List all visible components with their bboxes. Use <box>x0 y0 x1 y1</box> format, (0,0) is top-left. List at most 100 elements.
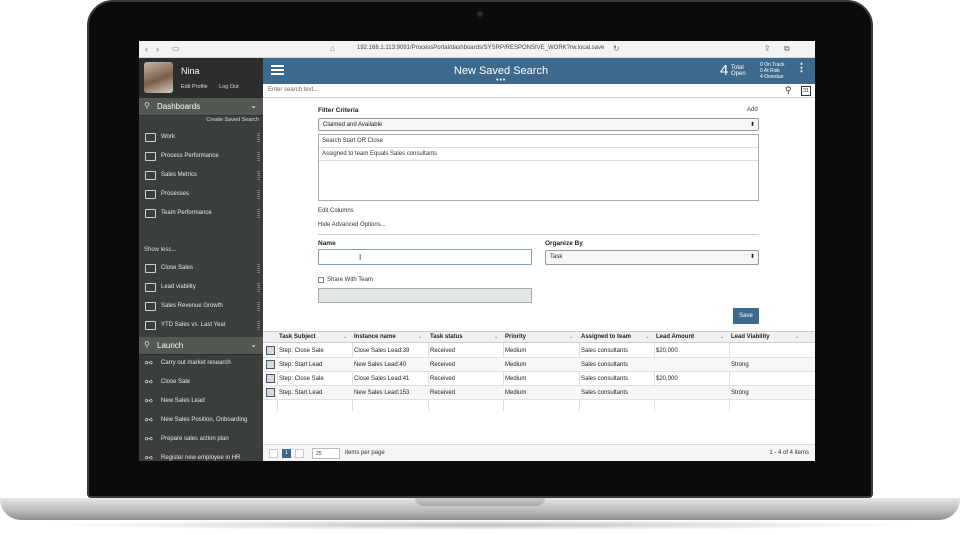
column-header[interactable]: Task status <box>430 334 463 340</box>
sidebar-item-label: Work <box>161 134 175 140</box>
add-criteria-link[interactable]: Add <box>747 107 758 113</box>
column-header[interactable]: Lead Viability <box>731 334 770 340</box>
dashboards-header-label: Dashboards <box>157 102 201 111</box>
sidebar-item[interactable]: Sales Metrics <box>139 167 263 186</box>
sidebar: Nina Edit Profile Log Out ⚲ Dashboards ⌄… <box>139 58 263 461</box>
open-label-open: Open <box>731 71 746 77</box>
laptop-shadow <box>40 520 920 530</box>
next-page-button[interactable] <box>295 449 304 458</box>
launch-item[interactable]: ⚯ New Sales Position, Onboarding <box>139 412 263 431</box>
claimed-filter-select[interactable]: Claimed and Available ⬍ <box>318 118 759 131</box>
home-icon[interactable]: ⌂ <box>330 44 335 54</box>
prev-page-button[interactable] <box>269 449 278 458</box>
sidebar-item[interactable]: Lead viability <box>139 279 263 298</box>
chevron-down-icon[interactable]: ⌄ <box>645 334 649 340</box>
task-row-icon[interactable] <box>266 346 275 355</box>
profile-name: Nina <box>181 66 200 76</box>
tabs-icon[interactable]: ⧉ <box>784 44 790 54</box>
drag-handle-icon[interactable] <box>257 302 260 311</box>
chevron-down-icon[interactable]: ⌄ <box>795 334 799 340</box>
chevron-down-icon[interactable]: ⌄ <box>720 334 724 340</box>
page-size-select[interactable]: 25 <box>312 448 340 459</box>
column-header[interactable]: Task Subject <box>279 334 316 340</box>
task-row-icon[interactable] <box>266 388 275 397</box>
organize-by-select[interactable]: Task ⬍ <box>545 250 759 265</box>
column-header[interactable]: Priority <box>505 334 526 340</box>
share-icon[interactable]: ⇪ <box>764 44 771 54</box>
open-count: 4 <box>720 62 729 79</box>
sidebar-item[interactable]: Work <box>139 129 263 148</box>
criteria-item[interactable]: Search Start OR Close <box>319 135 758 148</box>
table-row[interactable]: Step: Start Lead New Sales Lead:153 Receiv… <box>263 386 815 400</box>
search-input[interactable]: Enter search text... <box>268 87 318 93</box>
sidebar-item[interactable]: Process Performance <box>139 148 263 167</box>
column-header[interactable]: Assigned to team <box>581 334 631 340</box>
launch-item[interactable]: ⚯ Carry out market research <box>139 355 263 374</box>
criteria-item[interactable]: Assigned to team Equals Sales consultant… <box>319 148 758 161</box>
drag-handle-icon[interactable] <box>257 133 260 142</box>
column-header[interactable]: Instance name <box>354 334 396 340</box>
per-page-label: items per page <box>345 450 385 456</box>
share-with-team-checkbox[interactable] <box>318 277 324 283</box>
chevron-down-icon: ⌄ <box>250 101 257 110</box>
sidebar-item-label: Lead viability <box>161 284 196 290</box>
launch-item[interactable]: ⚯ New Sales Lead <box>139 393 263 412</box>
chevron-down-icon[interactable]: ⌄ <box>418 334 422 340</box>
select-arrow-icon: ⬍ <box>749 122 755 128</box>
column-header[interactable]: Lead Amount <box>656 334 694 340</box>
sidebar-item[interactable]: YTD Sales vs. Last Year <box>139 317 263 336</box>
text-cursor-icon: I <box>359 253 362 262</box>
launch-item[interactable]: ⚯ Prepare sales action plan <box>139 431 263 450</box>
team-select[interactable] <box>318 288 532 303</box>
launch-section-header[interactable]: ⚲ Launch ⌄ <box>139 337 263 355</box>
process-flow-icon: ⚯ <box>145 434 153 444</box>
launch-item[interactable]: ⚯ Close Sale <box>139 374 263 393</box>
sidebar-item[interactable]: Team Performance <box>139 205 263 224</box>
show-less-link[interactable]: Show less... <box>144 247 176 253</box>
search-icon[interactable]: ⚲ <box>785 85 792 96</box>
log-out-link[interactable]: Log Out <box>219 84 239 90</box>
launch-item-label: Register new employee in HR System <box>161 455 241 461</box>
sidebar-item[interactable]: Close Sales <box>139 260 263 279</box>
drag-handle-icon[interactable] <box>257 321 260 330</box>
back-icon[interactable]: ‹ <box>145 44 148 54</box>
sidebar-toggle-icon[interactable]: ▭ <box>172 44 180 54</box>
table-row[interactable]: Step: Close Sale Close Sales Lead:39 Recei… <box>263 344 815 358</box>
table-cell: Step: Start Lead <box>279 390 323 396</box>
sidebar-item[interactable]: Processes <box>139 186 263 205</box>
avatar[interactable] <box>144 62 173 93</box>
drag-handle-icon[interactable] <box>257 283 260 292</box>
edit-profile-link[interactable]: Edit Profile <box>181 84 208 90</box>
more-dots-icon[interactable]: ••• <box>496 77 506 84</box>
chevron-down-icon[interactable]: ⌄ <box>494 334 498 340</box>
table-row[interactable]: Step: Close Sale Close Sales Lead:41 Recei… <box>263 372 815 386</box>
name-input[interactable] <box>318 249 532 265</box>
search-icon: ⚲ <box>144 101 150 110</box>
chevron-down-icon[interactable]: ⌄ <box>343 334 347 340</box>
share-with-team-label: Share With Team <box>327 277 373 283</box>
drag-handle-icon[interactable] <box>257 171 260 180</box>
save-button[interactable]: Save <box>733 308 759 324</box>
task-row-icon[interactable] <box>266 374 275 383</box>
reload-icon[interactable]: ↻ <box>613 44 620 54</box>
drag-handle-icon[interactable] <box>257 152 260 161</box>
create-saved-search-link[interactable]: Create Saved Search <box>139 117 259 123</box>
claimed-filter-value: Claimed and Available <box>323 122 383 128</box>
table-cell: Sales consultants <box>581 376 629 382</box>
forward-icon[interactable]: › <box>156 44 159 54</box>
calendar-icon[interactable]: 31 <box>801 86 811 96</box>
edit-columns-link[interactable]: Edit Columns <box>318 208 354 214</box>
drag-handle-icon[interactable] <box>257 209 260 218</box>
kebab-menu-icon[interactable]: ⋮ <box>796 63 807 74</box>
page-number-button[interactable]: 1 <box>282 449 291 458</box>
sidebar-item[interactable]: Sales Revenue Growth <box>139 298 263 317</box>
task-row-icon[interactable] <box>266 360 275 369</box>
dashboards-section-header[interactable]: ⚲ Dashboards ⌄ <box>139 98 263 116</box>
table-row[interactable]: Step: Start Lead New Sales Lead:40 Receive… <box>263 358 815 372</box>
drag-handle-icon[interactable] <box>257 190 260 199</box>
launch-item[interactable]: ⚯ Register new employee in HR System <box>139 450 263 462</box>
drag-handle-icon[interactable] <box>257 264 260 273</box>
chevron-down-icon[interactable]: ⌄ <box>569 334 573 340</box>
url-field[interactable]: 192.168.1.113:9091/ProcessPortal/dashboa… <box>357 45 604 51</box>
hide-advanced-link[interactable]: Hide Advanced Options... <box>318 222 386 228</box>
